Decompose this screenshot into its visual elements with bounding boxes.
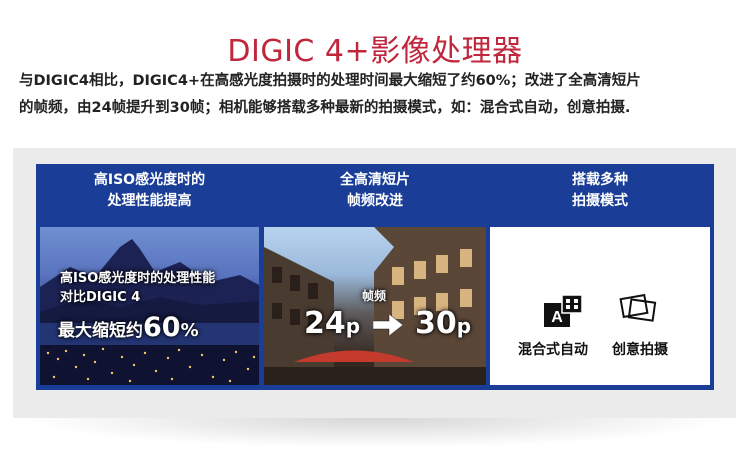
- hybrid-auto-label: 混合式自动: [518, 342, 588, 358]
- iso-overlay-reduction-unit: %: [180, 320, 199, 341]
- iso-overlay-reduction: 最大缩短约60%: [58, 313, 199, 346]
- column-2-heading: 全高清短片 帧频改进: [264, 170, 486, 212]
- iso-overlay-reduction-prefix: 最大缩短约: [58, 321, 143, 341]
- framerate-from-unit: p: [345, 314, 361, 338]
- column-3-heading-line-2: 拍摄模式: [572, 193, 628, 209]
- arrow-right-icon: [372, 312, 404, 337]
- column-2-heading-line-2: 帧频改进: [347, 193, 403, 209]
- night-city-illustration: [40, 239, 259, 385]
- street-photo: 帧频 24p 30p: [264, 227, 486, 385]
- description: 与DIGIC4相比，DIGIC4+在高感光度拍摄时的处理时间最大缩短了约60%；…: [19, 68, 735, 122]
- framerate-to-unit: p: [456, 314, 472, 338]
- column-1-heading-line-1: 高ISO感光度时的: [93, 172, 206, 188]
- column-3-heading: 搭载多种 拍摄模式: [490, 170, 710, 212]
- framerate-to-value: 30: [414, 306, 457, 341]
- framerate-comparison: 24p 30p: [304, 305, 471, 345]
- column-1-heading: 高ISO感光度时的 处理性能提高: [40, 170, 259, 212]
- panel-shadow: [20, 418, 730, 448]
- hybrid-auto-icon: A: [544, 294, 583, 327]
- shooting-modes-panel: A 混合式自动 创意拍摄: [490, 227, 710, 385]
- framerate-from-value: 24: [304, 306, 346, 341]
- column-2-heading-line-1: 全高清短片: [340, 172, 410, 188]
- column-3-heading-line-1: 搭载多种: [572, 172, 628, 188]
- framerate-overlay-label: 帧频: [362, 289, 387, 303]
- creative-shot-label: 创意拍摄: [612, 342, 668, 358]
- column-1-heading-line-2: 处理性能提高: [107, 193, 192, 209]
- description-line-2: 的帧频，由24帧提升到30帧；相机能够搭载多种最新的拍摄模式，如：混合式自动，创…: [19, 100, 631, 116]
- iso-overlay-line-2: 对比DIGIC 4: [60, 290, 141, 305]
- page-title: DIGIC 4+影像处理器: [227, 34, 523, 69]
- night-city-photo: 高ISO感光度时的处理性能 对比DIGIC 4 最大缩短约60%: [40, 227, 259, 385]
- creative-shot-icon: [619, 293, 657, 322]
- iso-overlay-reduction-value: 60: [143, 312, 181, 343]
- description-line-1: 与DIGIC4相比，DIGIC4+在高感光度拍摄时的处理时间最大缩短了约60%；…: [19, 73, 641, 89]
- iso-overlay-line-1: 高ISO感光度时的处理性能: [60, 271, 216, 286]
